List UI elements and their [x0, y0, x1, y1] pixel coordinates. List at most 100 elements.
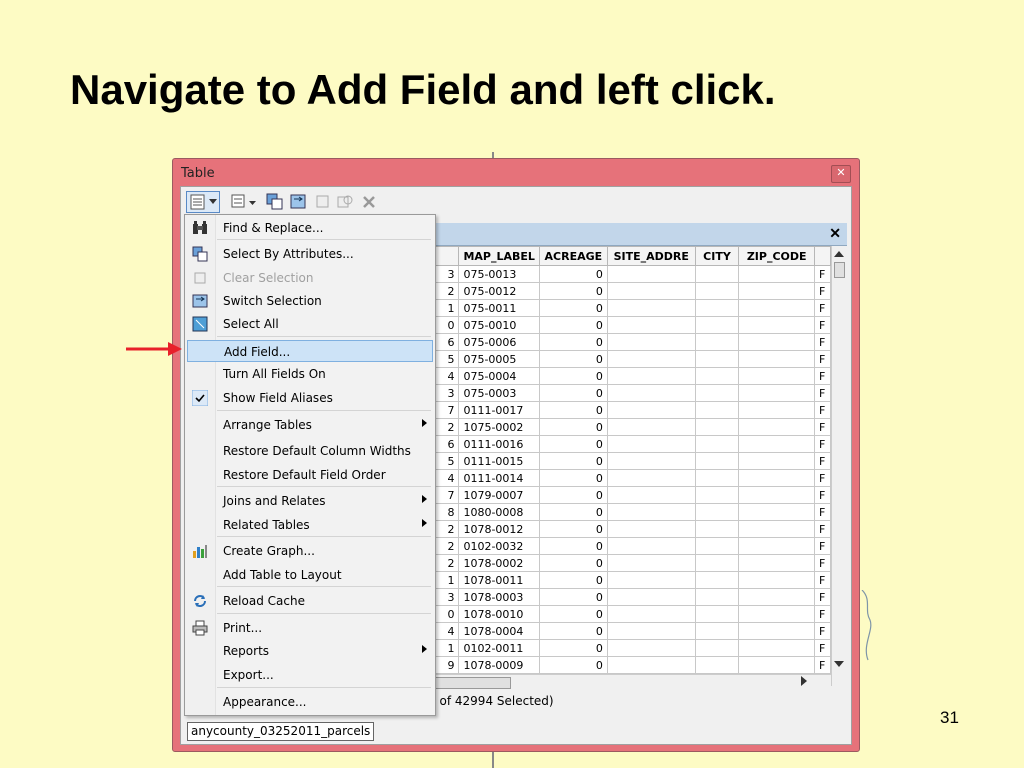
cell-map-label[interactable]: 075-0010 — [458, 316, 540, 334]
cell-partial-right[interactable]: F — [814, 656, 831, 674]
cell-zip-code[interactable] — [738, 299, 815, 317]
menu-item-restore-default-field-order[interactable]: Restore Default Field Order — [187, 464, 433, 486]
cell-partial-right[interactable]: F — [814, 367, 831, 385]
menu-item-print[interactable]: Print... — [187, 617, 433, 639]
table-row[interactable]: 5 075-0005 0 F — [431, 350, 831, 368]
cell-acreage[interactable]: 0 — [538, 367, 608, 385]
cell-partial-right[interactable]: F — [814, 639, 831, 657]
cell-site-address[interactable] — [606, 588, 696, 606]
cell-site-address[interactable] — [606, 435, 696, 453]
table-row[interactable]: 3 1078-0003 0 F — [431, 588, 831, 606]
table-row[interactable]: 2 1078-0012 0 F — [431, 520, 831, 538]
column-header[interactable]: ZIP_CODE — [738, 246, 815, 266]
cell-map-label[interactable]: 1078-0010 — [458, 605, 540, 623]
menu-item-joins-and-relates[interactable]: Joins and Relates — [187, 490, 433, 512]
table-row[interactable]: 2 1078-0002 0 F — [431, 554, 831, 572]
cell-city[interactable] — [694, 571, 740, 589]
window-titlebar[interactable]: Table ✕ — [173, 159, 859, 187]
cell-city[interactable] — [694, 452, 740, 470]
cell-site-address[interactable] — [606, 299, 696, 317]
cell-site-address[interactable] — [606, 520, 696, 538]
table-row[interactable]: 7 0111-0017 0 F — [431, 401, 831, 419]
cell-zip-code[interactable] — [738, 367, 815, 385]
menu-item-related-tables[interactable]: Related Tables — [187, 514, 433, 536]
cell-partial-right[interactable]: F — [814, 316, 831, 334]
cell-map-label[interactable]: 1078-0004 — [458, 622, 540, 640]
cell-zip-code[interactable] — [738, 333, 815, 351]
cell-acreage[interactable]: 0 — [538, 401, 608, 419]
cell-acreage[interactable]: 0 — [538, 639, 608, 657]
menu-item-select-by-attributes[interactable]: Select By Attributes... — [187, 243, 433, 265]
cell-acreage[interactable]: 0 — [538, 622, 608, 640]
cell-site-address[interactable] — [606, 503, 696, 521]
cell-site-address[interactable] — [606, 571, 696, 589]
zoom-to-selected-button[interactable] — [335, 193, 355, 213]
cell-partial-right[interactable]: F — [814, 299, 831, 317]
cell-acreage[interactable]: 0 — [538, 605, 608, 623]
cell-zip-code[interactable] — [738, 503, 815, 521]
menu-item-show-field-aliases[interactable]: Show Field Aliases — [187, 387, 433, 409]
cell-city[interactable] — [694, 384, 740, 402]
cell-acreage[interactable]: 0 — [538, 418, 608, 436]
cell-acreage[interactable]: 0 — [538, 299, 608, 317]
cell-map-label[interactable]: 075-0006 — [458, 333, 540, 351]
cell-map-label[interactable]: 075-0012 — [458, 282, 540, 300]
cell-city[interactable] — [694, 622, 740, 640]
table-row[interactable]: 2 1075-0002 0 F — [431, 418, 831, 436]
cell-zip-code[interactable] — [738, 537, 815, 555]
cell-zip-code[interactable] — [738, 316, 815, 334]
cell-map-label[interactable]: 1080-0008 — [458, 503, 540, 521]
cell-acreage[interactable]: 0 — [538, 452, 608, 470]
scroll-up-icon[interactable] — [834, 250, 844, 258]
table-row[interactable]: 3 075-0003 0 F — [431, 384, 831, 402]
cell-site-address[interactable] — [606, 605, 696, 623]
table-row[interactable]: 9 1078-0009 0 F — [431, 656, 831, 674]
cell-acreage[interactable]: 0 — [538, 435, 608, 453]
window-close-button[interactable]: ✕ — [831, 165, 851, 183]
layer-table-tab[interactable]: anycounty_03252011_parcels — [187, 722, 375, 741]
table-row[interactable]: 3 075-0013 0 F — [431, 265, 831, 283]
cell-zip-code[interactable] — [738, 622, 815, 640]
cell-map-label[interactable]: 1075-0002 — [458, 418, 540, 436]
cell-acreage[interactable]: 0 — [538, 656, 608, 674]
table-row[interactable]: 4 0111-0014 0 F — [431, 469, 831, 487]
cell-city[interactable] — [694, 316, 740, 334]
menu-item-add-table-to-layout[interactable]: Add Table to Layout — [187, 564, 433, 586]
cell-site-address[interactable] — [606, 333, 696, 351]
tab-close-icon[interactable]: ✕ — [829, 225, 841, 242]
cell-map-label[interactable]: 1078-0002 — [458, 554, 540, 572]
menu-item-select-all[interactable]: Select All — [187, 313, 433, 335]
cell-site-address[interactable] — [606, 350, 696, 368]
cell-zip-code[interactable] — [738, 401, 815, 419]
cell-zip-code[interactable] — [738, 588, 815, 606]
vertical-scrollbar[interactable] — [831, 246, 848, 686]
cell-map-label[interactable]: 1078-0009 — [458, 656, 540, 674]
cell-map-label[interactable]: 1078-0011 — [458, 571, 540, 589]
clear-selection-button[interactable] — [313, 193, 333, 213]
cell-partial-right[interactable]: F — [814, 384, 831, 402]
menu-item-turn-all-fields-on[interactable]: Turn All Fields On — [187, 363, 433, 385]
related-tables-button[interactable] — [229, 193, 259, 213]
cell-partial-right[interactable]: F — [814, 503, 831, 521]
cell-partial-right[interactable]: F — [814, 401, 831, 419]
cell-city[interactable] — [694, 418, 740, 436]
table-row[interactable]: 2 0102-0032 0 F — [431, 537, 831, 555]
cell-city[interactable] — [694, 537, 740, 555]
column-header-partial[interactable] — [814, 246, 831, 266]
cell-city[interactable] — [694, 282, 740, 300]
table-row[interactable]: 6 0111-0016 0 F — [431, 435, 831, 453]
table-row[interactable]: 0 075-0010 0 F — [431, 316, 831, 334]
table-row[interactable]: 5 0111-0015 0 F — [431, 452, 831, 470]
cell-partial-right[interactable]: F — [814, 537, 831, 555]
cell-site-address[interactable] — [606, 418, 696, 436]
cell-zip-code[interactable] — [738, 282, 815, 300]
cell-partial-right[interactable]: F — [814, 452, 831, 470]
cell-map-label[interactable]: 075-0011 — [458, 299, 540, 317]
cell-acreage[interactable]: 0 — [538, 588, 608, 606]
cell-city[interactable] — [694, 265, 740, 283]
cell-zip-code[interactable] — [738, 469, 815, 487]
menu-item-reload-cache[interactable]: Reload Cache — [187, 590, 433, 612]
cell-partial-right[interactable]: F — [814, 486, 831, 504]
cell-zip-code[interactable] — [738, 571, 815, 589]
cell-map-label[interactable]: 0102-0032 — [458, 537, 540, 555]
